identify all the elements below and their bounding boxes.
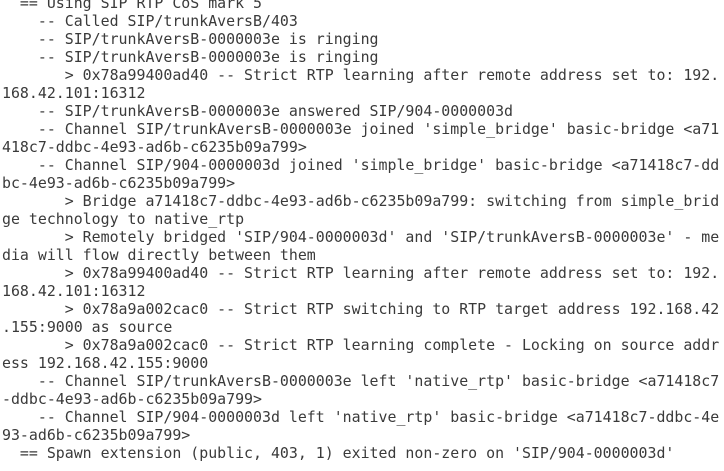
log-line: -- SIP/trunkAversB-0000003e is ringing	[2, 30, 379, 48]
log-line: > 0x78a99400ad40 -- Strict RTP learning …	[2, 66, 720, 84]
log-line: ge technology to native_rtp	[2, 210, 245, 228]
log-line: 168.42.101:16312	[2, 84, 146, 102]
log-line: > Bridge a71418c7-ddbc-4e93-ad6b-c6235b0…	[2, 192, 720, 210]
log-line: -- Called SIP/trunkAversB/403	[2, 12, 298, 30]
log-line: -- Channel SIP/904-0000003d left 'native…	[2, 408, 720, 426]
terminal-output: == Using SIP RTP CoS mark 5 -- Called SI…	[2, 0, 724, 462]
log-line: ess 192.168.42.155:9000	[2, 354, 209, 372]
log-line: 168.42.101:16312	[2, 282, 146, 300]
log-line: == Using SIP RTP CoS mark 5	[2, 0, 262, 12]
log-line: 418c7-ddbc-4e93-ad6b-c6235b09a799>	[2, 138, 307, 156]
log-line: -ddbc-4e93-ad6b-c6235b09a799>	[2, 390, 262, 408]
log-line: .155:9000 as source	[2, 318, 173, 336]
log-line: -- SIP/trunkAversB-0000003e answered SIP…	[2, 102, 514, 120]
log-line: -- Channel SIP/trunkAversB-0000003e join…	[2, 120, 720, 138]
log-line: -- Channel SIP/904-0000003d joined 'simp…	[2, 156, 720, 174]
log-line: -- Channel SIP/trunkAversB-0000003e left…	[2, 372, 720, 390]
log-line: dia will flow directly between them	[2, 246, 316, 264]
log-line: > 0x78a9a002cac0 -- Strict RTP learning …	[2, 336, 720, 354]
log-line: > 0x78a99400ad40 -- Strict RTP learning …	[2, 264, 720, 282]
log-line: -- SIP/trunkAversB-0000003e is ringing	[2, 48, 379, 66]
terminal-window[interactable]: == Using SIP RTP CoS mark 5 -- Called SI…	[0, 0, 724, 471]
log-line: 93-ad6b-c6235b09a799>	[2, 426, 191, 444]
log-line: == Spawn extension (public, 403, 1) exit…	[2, 444, 675, 462]
log-line: bc-4e93-ad6b-c6235b09a799>	[2, 174, 236, 192]
log-line: > 0x78a9a002cac0 -- Strict RTP switching…	[2, 300, 720, 318]
log-line: > Remotely bridged 'SIP/904-0000003d' an…	[2, 228, 720, 246]
